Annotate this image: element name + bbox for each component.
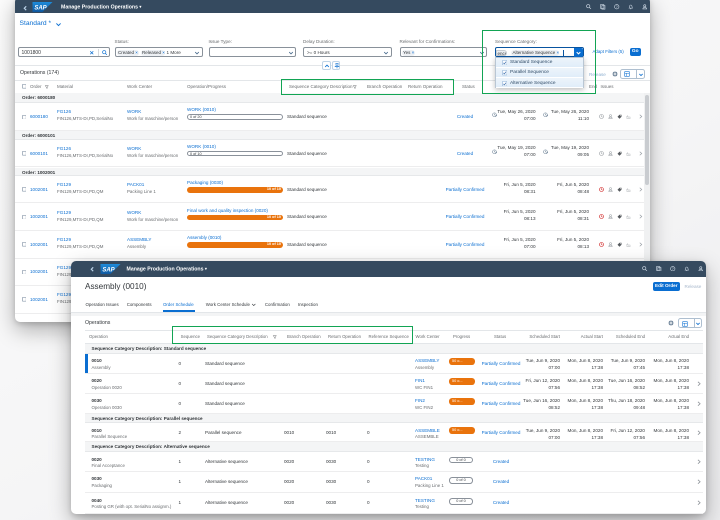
svg-text:?: ? [616, 5, 618, 9]
svg-text:SAP: SAP [102, 267, 115, 273]
svg-text:SAP: SAP [34, 5, 47, 11]
svg-text:?: ? [672, 267, 674, 271]
